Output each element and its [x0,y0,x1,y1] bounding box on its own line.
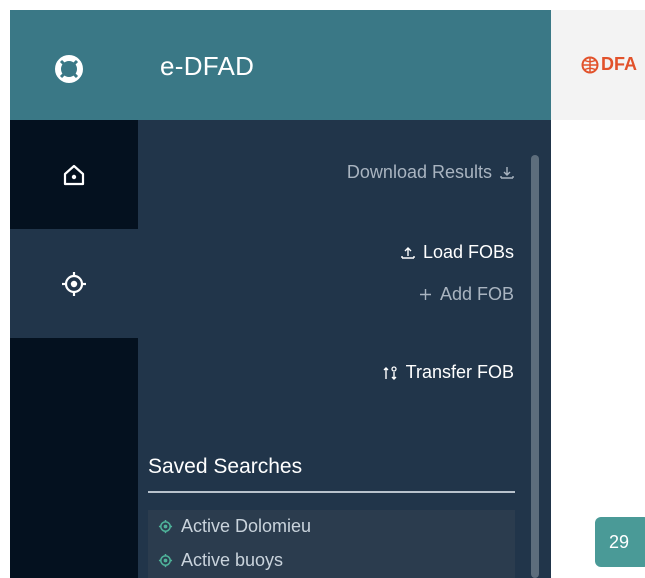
add-fob-button[interactable]: Add FOB [419,284,514,305]
app-title: e-DFAD [160,51,255,81]
load-fobs-label: Load FOBs [422,242,514,262]
rail-item-home[interactable] [10,120,138,229]
globe-logo-icon [581,56,599,73]
transfer-fob-button[interactable]: Transfer FOB [382,362,514,383]
plus-icon [419,289,431,300]
header-brand-area: DFA [551,10,645,120]
saved-searches-list: Active Dolomieu Active buoys [148,510,515,578]
panel-scrollbar[interactable] [531,155,539,578]
download-results-label: Download Results [346,162,492,182]
download-icon [500,166,514,179]
brand-logo: DFA [581,54,637,75]
upload-icon [401,246,415,259]
brand-text: DFA [601,54,637,74]
saved-searches-divider [148,491,515,493]
transfer-fob-label: Transfer FOB [405,362,514,382]
load-fobs-button[interactable]: Load FOBs [401,242,514,263]
saved-search-label: Active buoys [181,550,284,570]
saved-search-label: Active Dolomieu [181,516,312,536]
app-header [10,10,551,120]
lifebuoy-logo-icon[interactable] [55,55,83,83]
count-badge[interactable]: 29 [595,517,645,567]
target-icon [158,553,173,568]
saved-search-item[interactable]: Active Dolomieu [158,516,311,537]
home-icon [63,164,85,185]
top-gap [0,0,645,10]
nav-rail [10,120,138,578]
saved-search-item[interactable]: Active buoys [158,550,283,571]
target-icon [158,519,173,534]
saved-searches-title: Saved Searches [148,455,303,478]
crosshair-icon [62,271,86,296]
transfer-icon [383,365,397,380]
rail-item-location[interactable] [10,229,138,338]
download-results-button[interactable]: Download Results [347,162,514,183]
add-fob-label: Add FOB [439,284,514,304]
